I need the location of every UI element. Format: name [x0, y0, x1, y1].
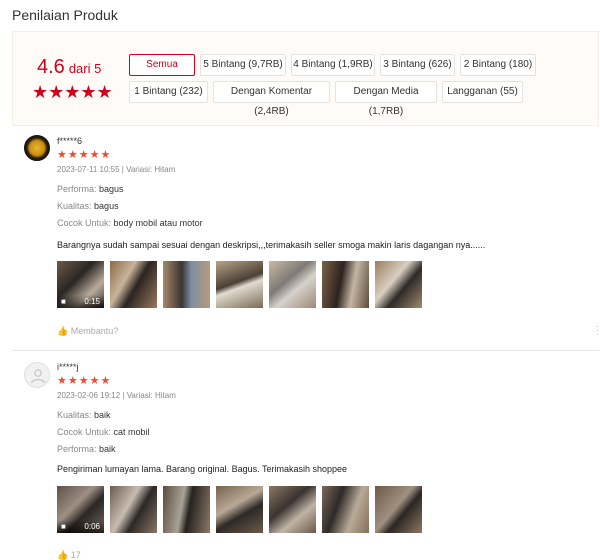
review-stars: ★★★★★	[57, 375, 112, 387]
attr-key: Cocok Untuk:	[57, 427, 112, 437]
review-comment: Pengiriman lumayan lama. Barang original…	[57, 464, 347, 474]
video-badge: ■ 0:06	[57, 520, 104, 533]
more-options-icon[interactable]: · · ·	[596, 322, 599, 340]
filter-2-star-button[interactable]: 2 Bintang (180)	[460, 54, 536, 76]
filter-subscription-button[interactable]: Langganan (55)	[442, 81, 523, 103]
page-title: Penilaian Produk	[12, 7, 118, 23]
video-camera-icon: ■	[61, 297, 66, 306]
attr-key: Kualitas:	[57, 201, 92, 211]
review-item: f*****6 ★★★★★ 2023-07-11 10:55 | Variasi…	[12, 135, 599, 343]
review-attr: Cocok Untuk: cat mobil	[57, 427, 150, 437]
helpful-button[interactable]: 👍 Membantu?	[57, 326, 118, 337]
review-photo-thumbnail[interactable]	[110, 486, 157, 533]
review-attr: Kualitas: baik	[57, 410, 111, 420]
review-photo-thumbnail[interactable]	[322, 261, 369, 308]
filter-3-star-button[interactable]: 3 Bintang (626)	[380, 54, 455, 76]
attr-value: body mobil atau motor	[113, 218, 203, 228]
video-duration: 0:06	[84, 522, 100, 531]
attr-key: Performa:	[57, 444, 97, 454]
average-score: 4.6 dari 5	[37, 56, 101, 79]
helpful-label: Membantu?	[70, 326, 119, 336]
review-photo-thumbnail[interactable]	[322, 486, 369, 533]
attr-key: Kualitas:	[57, 410, 92, 420]
attr-value: baik	[99, 444, 116, 454]
filter-with-comment-button[interactable]: Dengan Komentar (2,4RB)	[213, 81, 330, 117]
avatar	[24, 135, 50, 161]
attr-value: bagus	[94, 201, 119, 211]
filter-1-star-button[interactable]: 1 Bintang (232)	[129, 81, 208, 103]
score-out-of: dari 5	[68, 61, 102, 76]
video-duration: 0:15	[84, 297, 100, 306]
review-media: ■ 0:06	[57, 486, 422, 533]
filter-4-star-button[interactable]: 4 Bintang (1,9RB)	[291, 54, 375, 76]
attr-value: cat mobil	[113, 427, 150, 437]
review-video-thumbnail[interactable]: ■ 0:06	[57, 486, 104, 533]
review-photo-thumbnail[interactable]	[375, 486, 422, 533]
review-stars: ★★★★★	[57, 149, 112, 161]
review-comment: Barangnya sudah sampai sesuai dengan des…	[57, 240, 486, 250]
review-photo-thumbnail[interactable]	[269, 486, 316, 533]
video-camera-icon: ■	[61, 522, 66, 531]
review-photo-thumbnail[interactable]	[163, 486, 210, 533]
review-username: i*****j	[57, 362, 79, 372]
attr-key: Performa:	[57, 184, 97, 194]
review-photo-thumbnail[interactable]	[110, 261, 157, 308]
review-meta: 2023-07-11 10:55 | Variasi: Hitam	[57, 165, 176, 174]
review-attr: Performa: baik	[57, 444, 116, 454]
helpful-button[interactable]: 👍 17	[57, 550, 81, 560]
review-attr: Performa: bagus	[57, 184, 124, 194]
review-media: ■ 0:15	[57, 261, 422, 308]
review-photo-thumbnail[interactable]	[269, 261, 316, 308]
thumbs-up-icon: 👍	[57, 326, 69, 336]
review-photo-thumbnail[interactable]	[163, 261, 210, 308]
review-video-thumbnail[interactable]: ■ 0:15	[57, 261, 104, 308]
rating-summary: 4.6 dari 5 ★★★★★ Semua 5 Bintang (9,7RB) …	[12, 31, 599, 126]
attr-value: baik	[94, 410, 111, 420]
thumbs-up-icon: 👍	[57, 550, 69, 560]
attr-key: Cocok Untuk:	[57, 218, 112, 228]
video-badge: ■ 0:15	[57, 295, 104, 308]
review-divider	[12, 350, 599, 351]
review-meta: 2023-02-06 19:12 | Variasi: Hitam	[57, 391, 176, 400]
helpful-count: 17	[70, 550, 81, 560]
review-photo-thumbnail[interactable]	[216, 486, 263, 533]
average-stars: ★★★★★	[32, 82, 113, 102]
filter-all-button[interactable]: Semua	[129, 54, 195, 76]
score-value: 4.6	[37, 56, 65, 78]
attr-value: bagus	[99, 184, 124, 194]
review-photo-thumbnail[interactable]	[216, 261, 263, 308]
review-item: i*****j ★★★★★ 2023-02-06 19:12 | Variasi…	[12, 361, 599, 560]
review-attr: Cocok Untuk: body mobil atau motor	[57, 218, 203, 228]
default-avatar-icon	[24, 362, 50, 388]
filter-5-star-button[interactable]: 5 Bintang (9,7RB)	[200, 54, 286, 76]
review-photo-thumbnail[interactable]	[375, 261, 422, 308]
filter-with-media-button[interactable]: Dengan Media (1,7RB)	[335, 81, 437, 117]
review-attr: Kualitas: bagus	[57, 201, 119, 211]
review-username: f*****6	[57, 136, 83, 146]
